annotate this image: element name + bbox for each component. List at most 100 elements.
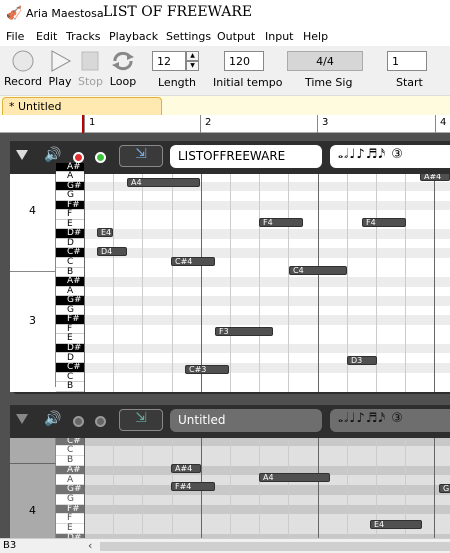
loop-button[interactable]: Loop — [108, 50, 138, 88]
midi-note[interactable]: E4 — [97, 228, 113, 237]
scroll-left-icon[interactable]: ‹ — [88, 539, 92, 552]
beat-line — [84, 174, 85, 392]
grid-row — [84, 229, 450, 239]
midi-note[interactable]: C#3 — [185, 365, 229, 374]
midi-note[interactable]: A4 — [127, 178, 200, 187]
beat-line — [259, 174, 261, 392]
record-button[interactable]: Record — [4, 50, 42, 88]
menu-bar: File Edit Tracks Playback Settings Outpu… — [0, 28, 450, 46]
menu-edit[interactable]: Edit — [36, 30, 57, 43]
time-signature-label: Time Sig — [305, 76, 353, 89]
menu-settings[interactable]: Settings — [166, 30, 211, 43]
midi-note[interactable]: D4 — [97, 247, 127, 256]
length-field[interactable]: 12 ▲ ▼ — [152, 51, 199, 71]
start-field[interactable]: 1 — [387, 51, 427, 71]
grid-row — [84, 306, 450, 316]
midi-note[interactable]: F4 — [259, 218, 303, 227]
track-name-field[interactable]: LISTOFFREEWARE — [170, 145, 322, 168]
note-grid[interactable]: A#4 A4 F#4 E4 G — [84, 438, 450, 538]
length-label: Length — [158, 76, 196, 89]
instrument-icon: ⇲ — [135, 146, 147, 162]
mute-icon[interactable] — [73, 416, 84, 427]
horizontal-scrollbar[interactable] — [100, 542, 450, 551]
grid-row — [84, 268, 450, 278]
collapse-icon[interactable] — [16, 150, 28, 160]
piano-keyboard: 4 3 A# A G# G F# F E D# D C# C B A# A G# G F# F E D# D C# C B — [10, 162, 84, 392]
length-stepper[interactable]: ▲ ▼ — [186, 51, 199, 71]
midi-note[interactable]: A#4 — [420, 174, 450, 181]
octave-label: 4 — [10, 174, 56, 271]
grid-row — [84, 382, 450, 392]
beat-line — [230, 174, 231, 392]
track-name-field[interactable]: Untitled — [170, 409, 322, 432]
menu-help[interactable]: Help — [303, 30, 328, 43]
menu-tracks[interactable]: Tracks — [66, 30, 101, 43]
note-duration-selector[interactable]: 𝅝𝅗𝅥♩♪♬𝅘𝅥𝅯 ③ — [330, 145, 450, 168]
midi-note[interactable]: A#4 — [171, 464, 201, 473]
midi-note[interactable]: A4 — [259, 473, 330, 482]
note-duration-selector[interactable]: 𝅝𝅗𝅥♩♪♬𝅘𝅥𝅯 ③ — [330, 409, 450, 432]
beat-line — [346, 438, 348, 538]
time-signature-button[interactable]: 4/4 — [287, 51, 363, 71]
menu-playback[interactable]: Playback — [109, 30, 158, 43]
grid-row — [84, 239, 450, 249]
violin-icon: 🎻 — [6, 6, 23, 21]
document-title: LIST OF FREEWARE — [103, 4, 253, 20]
beat-line — [434, 174, 436, 392]
play-button[interactable]: Play — [46, 50, 74, 88]
speaker-icon[interactable]: 🔊 — [44, 147, 61, 163]
note-grid[interactable]: A4 F4 F4 E4 D4 C#4 C4 F3 D3 C#3 A#4 — [84, 174, 450, 392]
tab-bar: * Untitled — [0, 96, 450, 115]
arrow-up-icon[interactable]: ▲ — [186, 51, 199, 61]
menu-output[interactable]: Output — [217, 30, 255, 43]
stop-button[interactable]: Stop — [78, 50, 103, 88]
note-duration-icons: 𝅝𝅗𝅥♩♪♬𝅘𝅥𝅯 ③ — [338, 411, 404, 426]
grid-row — [84, 200, 450, 211]
midi-note[interactable]: C4 — [289, 266, 347, 275]
grid-row — [84, 191, 450, 201]
speaker-icon[interactable]: 🔊 — [44, 411, 61, 427]
grid-row — [84, 373, 450, 383]
toolbar: Record Play Stop Loop 12 ▲ ▼ Length 120 … — [0, 46, 450, 96]
instrument-icon: ⇲ — [135, 410, 147, 426]
beat-line — [142, 174, 144, 392]
beat-line — [171, 174, 173, 392]
midi-note[interactable]: G — [439, 484, 450, 493]
menu-input[interactable]: Input — [265, 30, 293, 43]
midi-note[interactable]: D3 — [347, 356, 377, 365]
beat-line — [317, 438, 319, 538]
beat-line — [200, 174, 202, 392]
grid-row — [84, 296, 450, 306]
measure-ruler[interactable]: 1 2 3 4 — [0, 115, 450, 133]
midi-note[interactable]: F#4 — [171, 482, 215, 491]
midi-note[interactable]: F4 — [362, 218, 406, 227]
piano-key[interactable]: B — [56, 382, 84, 392]
grid-row — [84, 248, 450, 258]
grid-row — [84, 446, 450, 457]
midi-note[interactable]: E4 — [370, 520, 422, 529]
collapse-icon[interactable] — [16, 414, 28, 424]
octave-label: 3 — [10, 271, 56, 387]
grid-row — [84, 456, 450, 466]
solo-icon[interactable] — [95, 152, 106, 163]
instrument-button[interactable]: ⇲ — [119, 409, 163, 431]
loop-icon — [112, 51, 134, 71]
app-name: Aria Maestosa — [26, 7, 104, 20]
title-bar: 🎻 Aria Maestosa LIST OF FREEWARE — [0, 0, 450, 28]
tab-untitled[interactable]: * Untitled — [2, 97, 162, 115]
menu-file[interactable]: File — [6, 30, 24, 43]
piano-keyboard: 4 DC#CBA#AG#GF#FED# — [10, 438, 84, 538]
solo-icon[interactable] — [95, 416, 106, 427]
status-bar: B3 ‹ — [0, 538, 450, 553]
grid-row — [84, 504, 450, 515]
tempo-label: Initial tempo — [213, 76, 283, 89]
start-label: Start — [396, 76, 423, 89]
tempo-field[interactable]: 120 — [224, 51, 264, 71]
grid-row — [84, 363, 450, 373]
midi-note[interactable]: F3 — [215, 327, 273, 336]
stop-icon — [81, 51, 99, 71]
grid-row — [84, 343, 450, 354]
midi-note[interactable]: C#4 — [171, 257, 215, 266]
arrow-down-icon[interactable]: ▼ — [186, 61, 199, 71]
instrument-button[interactable]: ⇲ — [119, 145, 163, 167]
